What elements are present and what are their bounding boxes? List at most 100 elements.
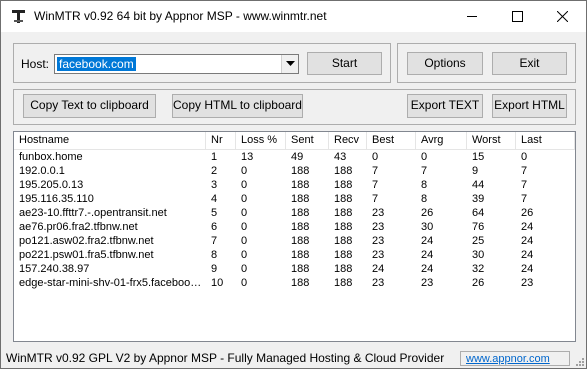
cell-best: 23 xyxy=(372,277,385,289)
cell-sent: 188 xyxy=(291,263,310,275)
column-header-worst[interactable]: Worst xyxy=(467,132,516,149)
cell-last: 0 xyxy=(521,151,528,163)
cell-recv: 188 xyxy=(334,221,353,233)
table-row[interactable]: 195.205.0.13 3 0 188 188 7 8 44 7 xyxy=(14,178,575,192)
appnor-link[interactable]: www.appnor.com xyxy=(460,351,570,366)
column-header-last[interactable]: Last xyxy=(516,132,575,149)
cell-worst: 44 xyxy=(472,179,485,191)
cell-worst: 25 xyxy=(472,235,485,247)
title-bar[interactable]: WinMTR v0.92 64 bit by Appnor MSP - www.… xyxy=(1,1,586,32)
column-header-avrg[interactable]: Avrg xyxy=(416,132,467,149)
cell-best: 23 xyxy=(372,221,385,233)
cell-sent: 188 xyxy=(291,249,310,261)
app-icon xyxy=(12,10,25,23)
cell-worst: 9 xyxy=(472,165,479,177)
winmtr-window: WinMTR v0.92 64 bit by Appnor MSP - www.… xyxy=(0,0,587,369)
table-row[interactable]: ae76.pr06.fra2.tfbnw.net 6 0 188 188 23 30 76 24 xyxy=(14,220,575,234)
chevron-down-icon xyxy=(286,61,295,66)
cell-worst: 76 xyxy=(472,221,485,233)
column-header-loss[interactable]: Loss % xyxy=(236,132,286,149)
cell-hostname: 157.240.38.97 xyxy=(19,263,90,275)
maximize-button[interactable] xyxy=(495,1,540,32)
cell-worst: 32 xyxy=(472,263,485,275)
start-button[interactable]: Start xyxy=(307,52,382,75)
column-header-sent[interactable]: Sent xyxy=(286,132,329,149)
cell-nr: 5 xyxy=(211,207,218,219)
cell-last: 24 xyxy=(521,221,534,233)
cell-best: 0 xyxy=(372,151,379,163)
cell-best: 7 xyxy=(372,193,379,205)
table-header: Hostname Nr Loss % Sent Recv Best Avrg Worst Las… xyxy=(14,132,575,150)
table-row[interactable]: 195.116.35.110 4 0 188 188 7 8 39 7 xyxy=(14,192,575,206)
cell-hostname: 192.0.0.1 xyxy=(19,165,65,177)
cell-avrg: 24 xyxy=(421,263,434,275)
cell-loss: 0 xyxy=(241,179,248,191)
cell-sent: 188 xyxy=(291,235,310,247)
cell-last: 7 xyxy=(521,193,528,205)
options-button[interactable]: Options xyxy=(407,52,483,75)
table-row[interactable]: edge-star-mini-shv-01-frx5.facebook.... 1… xyxy=(14,276,575,290)
column-header-nr[interactable]: Nr xyxy=(206,132,236,149)
host-combobox[interactable]: facebook.com xyxy=(54,54,299,74)
status-bar: WinMTR v0.92 GPL V2 by Appnor MSP - Full… xyxy=(1,348,586,368)
host-input[interactable]: facebook.com xyxy=(57,57,136,71)
cell-best: 23 xyxy=(372,207,385,219)
maximize-icon xyxy=(512,11,523,22)
cell-best: 7 xyxy=(372,179,379,191)
cell-hostname: edge-star-mini-shv-01-frx5.facebook.... xyxy=(19,277,206,289)
cell-avrg: 0 xyxy=(421,151,428,163)
cell-sent: 188 xyxy=(291,193,310,205)
copy-text-button[interactable]: Copy Text to clipboard xyxy=(23,94,156,118)
cell-recv: 43 xyxy=(334,151,347,163)
cell-last: 7 xyxy=(521,179,528,191)
cell-avrg: 30 xyxy=(421,221,434,233)
close-button[interactable] xyxy=(540,1,585,32)
cell-nr: 2 xyxy=(211,165,218,177)
cell-recv: 188 xyxy=(334,193,353,205)
cell-loss: 0 xyxy=(241,207,248,219)
cell-avrg: 7 xyxy=(421,165,428,177)
cell-loss: 0 xyxy=(241,263,248,275)
table-row[interactable]: po221.psw01.fra5.tfbnw.net 8 0 188 188 23 24 30… xyxy=(14,248,575,262)
combo-dropdown-button[interactable] xyxy=(281,55,298,73)
resize-grip-icon[interactable] xyxy=(574,356,584,366)
table-row[interactable]: ae23-10.ffttr7.-.opentransit.net 5 0 188 188… xyxy=(14,206,575,220)
cell-recv: 188 xyxy=(334,277,353,289)
cell-loss: 13 xyxy=(241,151,254,163)
cell-recv: 188 xyxy=(334,235,353,247)
exit-button[interactable]: Exit xyxy=(492,52,567,75)
cell-nr: 3 xyxy=(211,179,218,191)
table-row[interactable]: 157.240.38.97 9 0 188 188 24 24 32 24 xyxy=(14,262,575,276)
cell-loss: 0 xyxy=(241,235,248,247)
export-text-button[interactable]: Export TEXT xyxy=(407,94,483,118)
column-header-hostname[interactable]: Hostname xyxy=(14,132,206,149)
copy-html-button[interactable]: Copy HTML to clipboard xyxy=(172,94,303,118)
table-row[interactable]: 192.0.0.1 2 0 188 188 7 7 9 7 xyxy=(14,164,575,178)
cell-recv: 188 xyxy=(334,165,353,177)
cell-hostname: po121.asw02.fra2.tfbnw.net xyxy=(19,235,154,247)
table-row[interactable]: po121.asw02.fra2.tfbnw.net 7 0 188 188 23 24 25… xyxy=(14,234,575,248)
cell-last: 24 xyxy=(521,235,534,247)
cell-worst: 64 xyxy=(472,207,485,219)
cell-last: 24 xyxy=(521,263,534,275)
cell-loss: 0 xyxy=(241,249,248,261)
cell-sent: 188 xyxy=(291,179,310,191)
cell-sent: 188 xyxy=(291,165,310,177)
cell-recv: 188 xyxy=(334,249,353,261)
table-row[interactable]: funbox.home 1 13 49 43 0 0 15 0 xyxy=(14,150,575,164)
cell-best: 23 xyxy=(372,249,385,261)
cell-best: 24 xyxy=(372,263,385,275)
cell-last: 7 xyxy=(521,165,528,177)
minimize-button[interactable] xyxy=(450,1,495,32)
column-header-best[interactable]: Best xyxy=(367,132,416,149)
window-title: WinMTR v0.92 64 bit by Appnor MSP - www.… xyxy=(34,9,327,23)
column-header-recv[interactable]: Recv xyxy=(329,132,367,149)
export-html-button[interactable]: Export HTML xyxy=(492,94,567,118)
status-text: WinMTR v0.92 GPL V2 by Appnor MSP - Full… xyxy=(6,351,445,365)
cell-hostname: 195.205.0.13 xyxy=(19,179,84,191)
cell-last: 24 xyxy=(521,249,534,261)
cell-avrg: 23 xyxy=(421,277,434,289)
cell-last: 26 xyxy=(521,207,534,219)
cell-avrg: 8 xyxy=(421,179,428,191)
results-table[interactable]: Hostname Nr Loss % Sent Recv Best Avrg Worst Las… xyxy=(13,131,576,342)
